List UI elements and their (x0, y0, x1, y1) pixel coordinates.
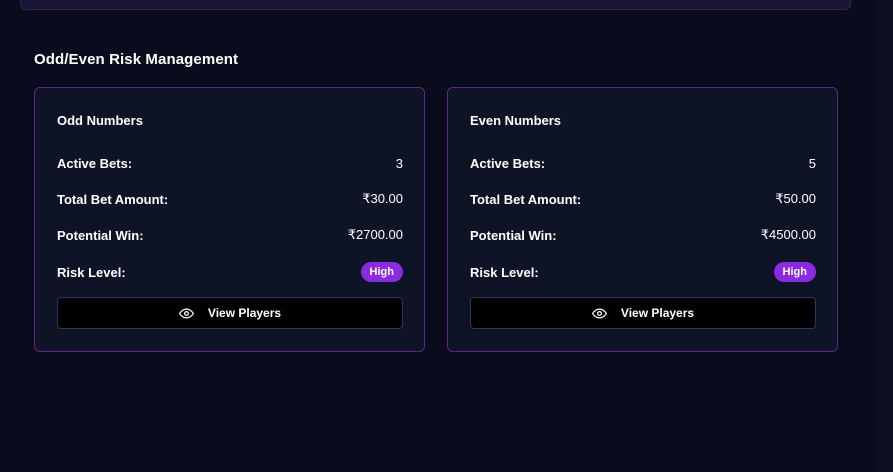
total-bet-value: ₹30.00 (362, 191, 403, 206)
scrollbar[interactable] (875, 0, 893, 472)
potential-win-value: ₹2700.00 (347, 227, 403, 242)
total-bet-row: Total Bet Amount: ₹50.00 (470, 189, 816, 209)
active-bets-value: 5 (808, 155, 816, 171)
view-players-button[interactable]: View Players (57, 297, 403, 329)
previous-section-panel (20, 0, 851, 10)
view-players-label: View Players (620, 306, 695, 320)
card-title: Odd Numbers (57, 113, 143, 128)
potential-win-label: Potential Win: (470, 227, 557, 243)
active-bets-row: Active Bets: 3 (57, 153, 403, 173)
eye-icon (591, 306, 607, 321)
active-bets-label: Active Bets: (57, 155, 133, 171)
active-bets-label: Active Bets: (470, 155, 546, 171)
risk-level-label: Risk Level: (470, 264, 539, 280)
risk-level-label: Risk Level: (57, 264, 126, 280)
odd-numbers-card: Odd Numbers Active Bets: 3 Total Bet Amo… (34, 87, 425, 352)
potential-win-row: Potential Win: ₹2700.00 (57, 225, 403, 245)
total-bet-value: ₹50.00 (775, 191, 816, 206)
potential-win-label: Potential Win: (57, 227, 144, 243)
potential-win-value: ₹4500.00 (760, 227, 816, 242)
page: Odd/Even Risk Management Odd Numbers Act… (0, 0, 893, 472)
risk-level-row: Risk Level: High (470, 262, 816, 282)
view-players-label: View Players (207, 306, 282, 320)
view-players-button[interactable]: View Players (470, 297, 816, 329)
risk-level-badge: High (360, 262, 403, 282)
risk-level-badge: High (773, 262, 816, 282)
risk-level-row: Risk Level: High (57, 262, 403, 282)
card-title: Even Numbers (470, 113, 562, 128)
total-bet-row: Total Bet Amount: ₹30.00 (57, 189, 403, 209)
even-numbers-card: Even Numbers Active Bets: 5 Total Bet Am… (447, 87, 838, 352)
potential-win-row: Potential Win: ₹4500.00 (470, 225, 816, 245)
section-title: Odd/Even Risk Management (34, 51, 239, 68)
active-bets-value: 3 (395, 155, 403, 171)
active-bets-row: Active Bets: 5 (470, 153, 816, 173)
total-bet-label: Total Bet Amount: (57, 191, 169, 207)
total-bet-label: Total Bet Amount: (470, 191, 582, 207)
eye-icon (178, 306, 194, 321)
